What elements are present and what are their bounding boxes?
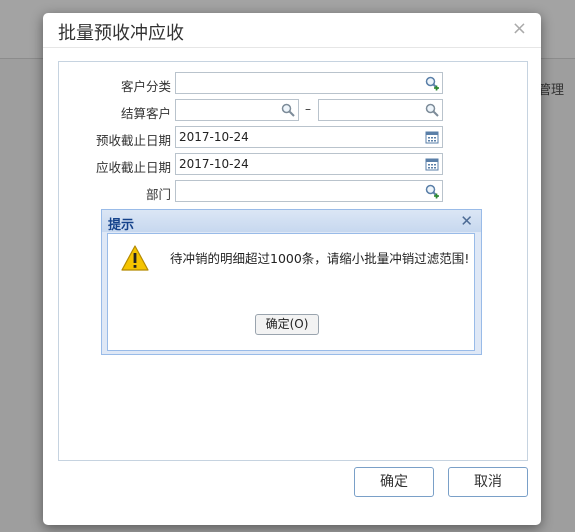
search-add-icon[interactable] xyxy=(424,183,440,199)
alert-title: 提示 xyxy=(108,218,135,233)
settlement-customer-to-field[interactable] xyxy=(318,99,443,121)
calendar-icon[interactable] xyxy=(424,129,440,145)
search-add-icon[interactable] xyxy=(424,75,440,91)
receivable-cutoff-date-field[interactable]: 2017-10-24 xyxy=(175,153,443,175)
cancel-button[interactable]: 取消 xyxy=(448,467,528,497)
dialog-title: 批量预收冲应收 xyxy=(58,23,184,44)
confirm-button[interactable]: 确定 xyxy=(354,467,434,497)
settlement-customer-label: 结算客户 xyxy=(120,106,171,121)
receivable-cutoff-date-label: 应收截止日期 xyxy=(95,160,171,175)
calendar-icon[interactable] xyxy=(424,156,440,172)
alert-ok-button[interactable]: 确定(O) xyxy=(255,314,319,335)
warning-icon xyxy=(121,245,149,271)
customer-category-label: 客户分类 xyxy=(120,79,171,94)
settlement-customer-from-field[interactable] xyxy=(175,99,299,121)
advance-cutoff-date-value: 2017-10-24 xyxy=(179,130,249,144)
dialog-title-divider xyxy=(43,47,541,48)
search-icon[interactable] xyxy=(424,102,440,118)
advance-cutoff-date-label: 预收截止日期 xyxy=(95,133,171,148)
dialog-close-icon[interactable]: × xyxy=(512,18,527,39)
search-icon[interactable] xyxy=(280,102,296,118)
receivable-cutoff-date-value: 2017-10-24 xyxy=(179,157,249,171)
advance-cutoff-date-field[interactable]: 2017-10-24 xyxy=(175,126,443,148)
range-separator: – xyxy=(305,102,311,116)
customer-category-field[interactable] xyxy=(175,72,443,94)
department-label: 部门 xyxy=(145,187,171,202)
alert-body: 待冲销的明细超过1000条，请缩小批量冲销过滤范围! 确定(O) xyxy=(107,233,475,351)
alert-close-icon[interactable]: ✕ xyxy=(460,212,473,230)
alert-message-text: 待冲销的明细超过1000条，请缩小批量冲销过滤范围! xyxy=(170,251,470,266)
background-nav-label: 管理 xyxy=(538,83,565,98)
department-field[interactable] xyxy=(175,180,443,202)
alert-header: 提示 ✕ xyxy=(102,210,481,233)
alert-message-box: 提示 ✕ 待冲销的明细超过1000条，请缩小批量冲销过滤范围! 确定(O) xyxy=(101,209,482,355)
